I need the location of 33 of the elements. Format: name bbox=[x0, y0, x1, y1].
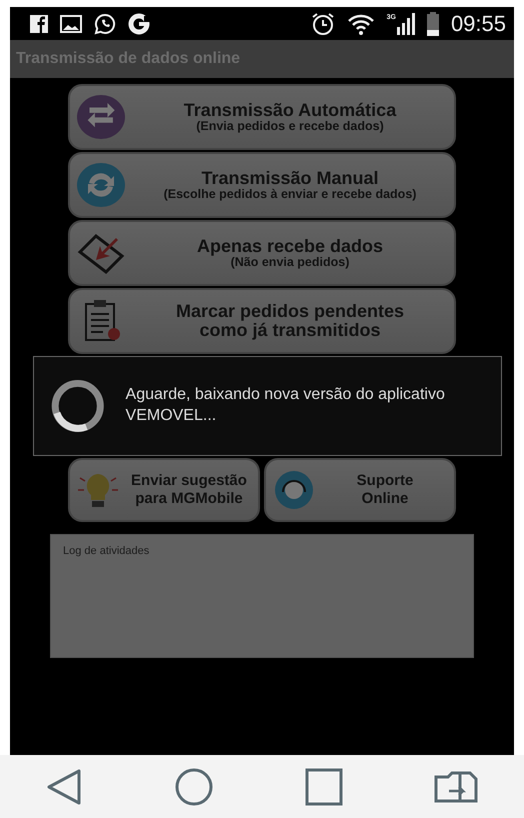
wifi-icon bbox=[346, 12, 375, 34]
button-label-line: para MGMobile bbox=[135, 490, 243, 508]
menu-button[interactable]: Suporte Online bbox=[264, 458, 456, 522]
sync-arrows-icon bbox=[76, 162, 126, 208]
menu-button[interactable]: Marcar pedidos pendentes como já transmitidos bbox=[68, 288, 456, 354]
button-subtitle: como já transmitidos bbox=[199, 321, 381, 340]
image-icon bbox=[60, 14, 82, 32]
swap-arrows-icon bbox=[76, 94, 126, 140]
button-subtitle: (Envia pedidos e recebe dados) bbox=[196, 120, 384, 133]
button-title: Transmissão Automática bbox=[184, 100, 396, 120]
menu-button[interactable]: Enviar sugestão para MGMobile bbox=[68, 458, 260, 522]
button-title: Apenas recebe dados bbox=[196, 236, 384, 256]
dialog-message: Aguarde, baixando nova versão do aplicativo VEMOVEL... bbox=[126, 385, 446, 426]
battery-icon bbox=[426, 12, 439, 36]
button-label-line: Online bbox=[362, 490, 408, 508]
recents-icon[interactable] bbox=[304, 766, 344, 806]
menu-button[interactable]: Transmissão Automática (Envia pedidos e recebe dados) bbox=[68, 84, 456, 150]
button-label-line: Enviar sugestão bbox=[131, 472, 247, 490]
log-field[interactable]: Log de atividades bbox=[50, 534, 474, 658]
home-icon[interactable] bbox=[174, 766, 214, 806]
alarm-icon bbox=[310, 12, 335, 36]
signal-icon bbox=[396, 12, 415, 34]
menu-button[interactable]: Apenas recebe dados (Não envia pedidos) bbox=[68, 220, 456, 286]
button-label-line: Suporte bbox=[356, 472, 414, 490]
button-subtitle: (Escolhe pedidos à enviar e recebe dados) bbox=[164, 188, 416, 201]
button-title: Transmissão Manual bbox=[201, 168, 379, 188]
button-subtitle: (Não envia pedidos) bbox=[230, 256, 350, 269]
chat-icon bbox=[94, 12, 116, 34]
facebook-icon bbox=[30, 14, 48, 32]
clock-time: 09:55 bbox=[450, 10, 506, 38]
g-letter-icon bbox=[128, 12, 150, 34]
button-title: Marcar pedidos pendentes bbox=[176, 302, 404, 321]
menu-button[interactable]: Transmissão Manual (Escolhe pedidos à enviar e recebe dados) bbox=[68, 152, 456, 218]
